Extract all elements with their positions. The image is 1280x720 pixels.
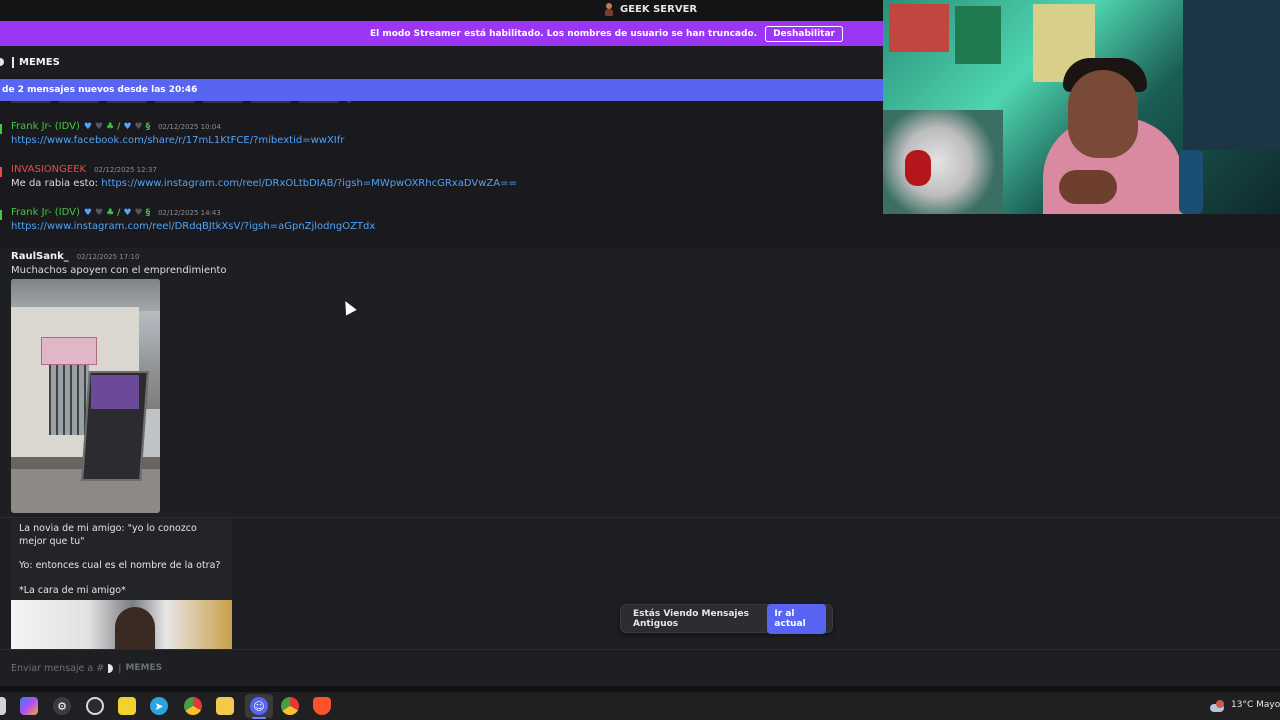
webcam-poster <box>955 6 1001 64</box>
channel-emoji-icon <box>0 57 6 67</box>
snake-icon: § <box>145 121 151 132</box>
message-indicator <box>0 167 2 177</box>
message-text: Muchachos apoyen con el emprendimiento <box>11 265 227 276</box>
webcam-shelf <box>883 110 1003 214</box>
message-timestamp: 02/12/2025 14:43 <box>158 208 221 217</box>
settings-icon[interactable]: ⚙ <box>53 697 71 715</box>
composer-pipe: | <box>118 662 122 674</box>
webcam-person-head <box>1068 70 1138 158</box>
message-link[interactable]: https://www.instagram.com/reel/DRdqBJtkX… <box>11 221 375 232</box>
author-badges: ♥ ♥ ♣ / ♥ ♥ § <box>84 208 150 218</box>
grey-heart-icon: ♥ <box>134 207 143 218</box>
photo-sandwich-board-label <box>91 375 139 409</box>
badge-slash: / <box>117 207 121 218</box>
discord-window: GEEK SERVER El modo Streamer está habili… <box>0 0 1280 720</box>
message-item[interactable]: Frank Jr- (IDV) ♥ ♥ ♣ / ♥ ♥ § 02/12/2025… <box>11 206 375 234</box>
composer-channel-name: MEMES <box>125 663 163 673</box>
server-title[interactable]: GEEK SERVER <box>604 3 697 16</box>
truncated-message-line <box>11 101 351 103</box>
viewing-old-messages-text: Estás Viendo Mensajes Antiguos <box>633 608 749 629</box>
webcam-overlay <box>883 0 1280 214</box>
server-avatar-icon <box>604 3 614 16</box>
viewing-old-messages-bar: Estás Viendo Mensajes Antiguos Ir al act… <box>620 603 833 634</box>
grey-heart-icon: ♥ <box>94 207 104 218</box>
new-messages-text: de 2 mensajes nuevos desde las 20:46 <box>2 85 198 95</box>
channel-name: MEMES <box>19 56 60 68</box>
composer-placeholder-text: Enviar mensaje a # <box>11 662 105 674</box>
webcam-figure <box>905 150 931 186</box>
meme-line: La novia de mi amigo: "yo lo conozco mej… <box>19 523 197 547</box>
blue-heart-icon: ♥ <box>123 121 132 132</box>
meme-attachment[interactable]: La novia de mi amigo: "yo lo conozco mej… <box>11 519 232 649</box>
server-name: GEEK SERVER <box>620 4 698 15</box>
message-author[interactable]: INVASIONGEEK <box>11 164 86 175</box>
new-messages-bar[interactable]: de 2 mensajes nuevos desde las 20:46 <box>0 79 883 101</box>
webcam-jersey <box>1183 0 1280 150</box>
chrome-icon[interactable] <box>184 697 202 715</box>
jump-to-present-button[interactable]: Ir al actual <box>767 603 826 634</box>
message-author[interactable]: RaulSank_ <box>11 251 69 262</box>
webcam-person-hand <box>1059 170 1117 204</box>
composer-placeholder: Enviar mensaje a # | MEMES <box>11 663 162 674</box>
message-composer[interactable]: Enviar mensaje a # | MEMES <box>0 649 1280 686</box>
brave-icon[interactable] <box>313 697 331 715</box>
grey-heart-icon: ♥ <box>94 121 104 132</box>
message-link[interactable]: https://www.facebook.com/share/r/17mL1Kt… <box>11 135 344 146</box>
green-shamrock-icon: ♣ <box>106 207 115 218</box>
channel-header: MEMES <box>0 46 883 79</box>
message-item[interactable]: RaulSank_ 02/12/2025 17:10 Muchachos apo… <box>11 250 227 278</box>
message-timestamp: 02/12/2025 12:37 <box>94 165 157 174</box>
file-explorer-icon[interactable] <box>216 697 234 715</box>
channel-emoji-icon <box>108 663 114 673</box>
blue-heart-icon: ♥ <box>83 121 92 132</box>
grey-heart-icon: ♥ <box>134 121 143 132</box>
weather-text: Mayo <box>1256 700 1280 710</box>
message-author[interactable]: Frank Jr- (IDV) <box>11 207 80 218</box>
weather-temperature: 13°C <box>1231 700 1254 710</box>
message-author[interactable]: Frank Jr- (IDV) <box>11 121 80 132</box>
message-item[interactable]: INVASIONGEEK 02/12/2025 12:37 Me da rabi… <box>11 163 517 191</box>
snake-icon: § <box>145 207 151 218</box>
author-badges: ♥ ♥ ♣ / ♥ ♥ § <box>84 122 150 132</box>
message-item[interactable]: Frank Jr- (IDV) ♥ ♥ ♣ / ♥ ♥ § 02/12/2025… <box>11 120 344 148</box>
meme-caption: La novia de mi amigo: "yo lo conozco mej… <box>19 523 225 597</box>
meme-line: *La cara de mi amigo* <box>19 584 126 596</box>
message-indicator <box>0 210 2 220</box>
webcam-poster <box>889 4 949 52</box>
telegram-icon[interactable]: ➤ <box>150 697 168 715</box>
message-timestamp: 02/12/2025 17:10 <box>76 252 140 261</box>
message-timestamp: 02/12/2025 10:04 <box>158 122 221 131</box>
disable-streamer-mode-button[interactable]: Deshabilitar <box>765 25 843 42</box>
weather-widget[interactable]: 13°C Mayo <box>1231 700 1280 710</box>
photo-shop-sign <box>41 337 97 365</box>
photo-window-bars <box>49 365 89 435</box>
message-indicator <box>0 124 2 134</box>
meme-face-image <box>115 607 155 649</box>
copilot-icon[interactable] <box>20 697 38 715</box>
chrome-icon[interactable] <box>281 697 299 715</box>
blue-heart-icon: ♥ <box>123 207 132 218</box>
obs-icon[interactable] <box>86 697 104 715</box>
streamer-mode-text: El modo Streamer está habilitado. Los no… <box>369 28 758 39</box>
taskbar-active-indicator <box>252 717 266 719</box>
windows-taskbar: ⚙ ➤ ☺ 13°C Mayo <box>0 692 1280 720</box>
start-icon[interactable] <box>0 697 6 715</box>
message-text: Me da rabia esto: <box>11 178 102 189</box>
message-divider <box>0 517 1280 518</box>
image-attachment[interactable] <box>11 279 160 513</box>
channel-separator <box>12 56 14 68</box>
streamer-mode-banner: El modo Streamer está habilitado. Los no… <box>0 21 883 46</box>
weather-icon[interactable] <box>1208 697 1226 715</box>
badge-slash: / <box>117 121 121 132</box>
message-link[interactable]: https://www.instagram.com/reel/DRxOLtbDI… <box>101 178 517 189</box>
green-shamrock-icon: ♣ <box>106 121 115 132</box>
webcam-bottle <box>1179 150 1203 214</box>
sticky-notes-icon[interactable] <box>118 697 136 715</box>
meme-line: Yo: entonces cual es el nombre de la otr… <box>19 560 221 571</box>
blue-heart-icon: ♥ <box>83 207 92 218</box>
discord-icon[interactable]: ☺ <box>250 697 268 715</box>
